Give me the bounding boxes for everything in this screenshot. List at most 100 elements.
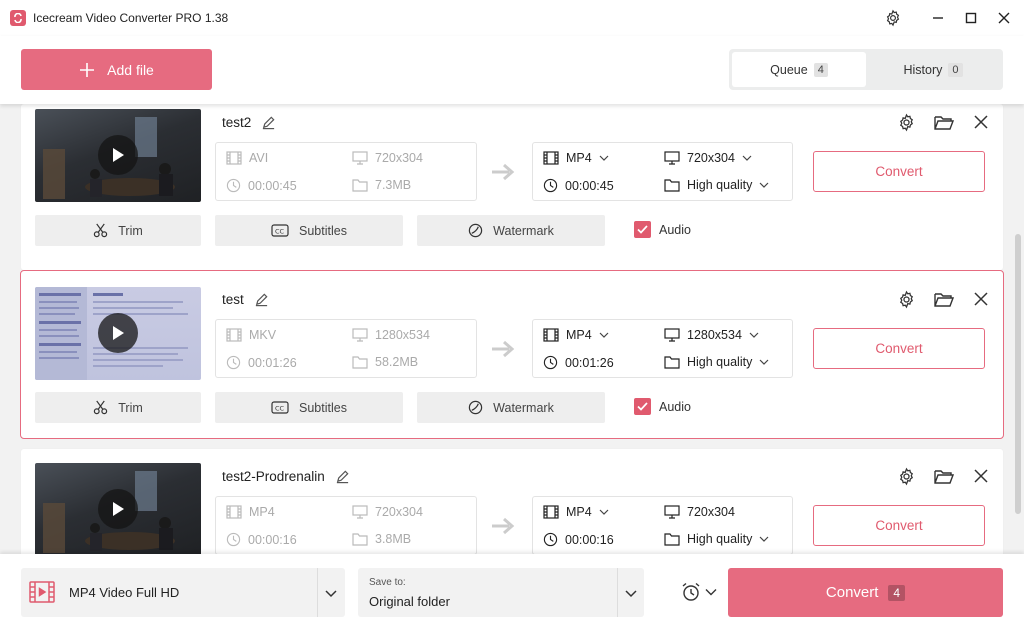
convert-file-button[interactable]: Convert bbox=[813, 328, 985, 369]
output-duration: 00:00:16 bbox=[543, 532, 614, 547]
chevron-down-icon[interactable] bbox=[623, 585, 639, 601]
monitor-icon bbox=[664, 151, 680, 165]
convert-all-button[interactable]: Convert 4 bbox=[728, 568, 1003, 617]
source-resolution: 720x304 bbox=[352, 505, 423, 519]
output-resolution-dropdown[interactable]: 720x304 bbox=[664, 151, 752, 165]
schedule-timer-dropdown[interactable] bbox=[681, 582, 717, 602]
save-to-dropdown[interactable]: Save to: Original folder bbox=[358, 568, 644, 617]
output-quality-dropdown[interactable]: High quality bbox=[664, 178, 769, 192]
output-format-dropdown[interactable]: MP4 bbox=[543, 151, 609, 165]
chevron-down-icon bbox=[759, 359, 769, 365]
arrow-right-icon bbox=[492, 517, 515, 535]
add-file-button[interactable]: Add file bbox=[21, 49, 212, 90]
scissors-icon bbox=[94, 223, 108, 238]
monitor-icon bbox=[352, 328, 368, 342]
source-size: 7.3MB bbox=[352, 178, 411, 192]
source-size: 3.8MB bbox=[352, 532, 411, 546]
footer-bar: MP4 Video Full HD Save to: Original fold… bbox=[0, 554, 1024, 631]
chevron-down-icon bbox=[599, 509, 609, 515]
file-card[interactable]: test2 AVI 720x304 00:00:45 7.3MB MP4 720… bbox=[20, 104, 1004, 271]
settings-gear-icon[interactable] bbox=[873, 0, 913, 36]
file-card[interactable]: test MKV 1280x534 00:01:26 58.2MB MP4 12… bbox=[20, 270, 1004, 439]
watermark-button[interactable]: Watermark bbox=[417, 215, 605, 246]
arrow-right-icon bbox=[492, 163, 515, 181]
rename-pencil-icon[interactable] bbox=[335, 469, 350, 484]
audio-checkbox[interactable]: Audio bbox=[634, 221, 691, 238]
file-name-text: test2-Prodrenalin bbox=[222, 469, 325, 484]
convert-file-button[interactable]: Convert bbox=[813, 505, 985, 546]
audio-checkbox[interactable]: Audio bbox=[634, 398, 691, 415]
open-folder-icon[interactable] bbox=[933, 111, 955, 133]
close-window-icon[interactable] bbox=[984, 0, 1024, 36]
remove-file-close-icon[interactable] bbox=[970, 288, 992, 310]
chevron-down-icon[interactable] bbox=[323, 585, 339, 601]
video-thumbnail[interactable] bbox=[35, 109, 201, 202]
list-scrollbar[interactable] bbox=[1012, 104, 1024, 554]
video-thumbnail[interactable] bbox=[35, 463, 201, 554]
chevron-down-icon bbox=[749, 332, 759, 338]
output-resolution-dropdown[interactable]: 1280x534 bbox=[664, 328, 759, 342]
preset-label: MP4 Video Full HD bbox=[69, 585, 180, 600]
tab-history[interactable]: History 0 bbox=[866, 52, 1000, 87]
scrollbar-thumb[interactable] bbox=[1015, 234, 1021, 514]
clock-icon bbox=[226, 178, 241, 193]
plus-icon bbox=[80, 62, 95, 77]
file-card[interactable]: test2-Prodrenalin MP4 720x304 00:00:16 3… bbox=[20, 448, 1004, 554]
subtitles-button[interactable]: CC Subtitles bbox=[215, 215, 403, 246]
output-quality-dropdown[interactable]: High quality bbox=[664, 355, 769, 369]
output-duration: 00:00:45 bbox=[543, 178, 614, 193]
file-settings-gear-icon[interactable] bbox=[895, 288, 917, 310]
source-resolution: 1280x534 bbox=[352, 328, 430, 342]
output-info-box: MP4 1280x534 00:01:26 High quality bbox=[532, 319, 793, 378]
output-preset-dropdown[interactable]: MP4 Video Full HD bbox=[21, 568, 345, 617]
source-duration: 00:00:16 bbox=[226, 532, 297, 547]
film-icon bbox=[226, 151, 242, 165]
checkmark-icon bbox=[634, 221, 651, 238]
source-duration: 00:01:26 bbox=[226, 355, 297, 370]
open-folder-icon[interactable] bbox=[933, 465, 955, 487]
source-format: AVI bbox=[226, 151, 268, 165]
svg-text:CC: CC bbox=[275, 405, 285, 413]
header-bar: Add file Queue 4 History 0 bbox=[0, 36, 1024, 104]
output-resolution-dropdown[interactable]: 720x304 bbox=[664, 505, 735, 519]
remove-file-close-icon[interactable] bbox=[970, 465, 992, 487]
source-resolution: 720x304 bbox=[352, 151, 423, 165]
save-to-caption: Save to: bbox=[369, 577, 406, 588]
rename-pencil-icon[interactable] bbox=[254, 292, 269, 307]
clock-icon bbox=[543, 355, 558, 370]
output-format-dropdown[interactable]: MP4 bbox=[543, 505, 609, 519]
open-folder-icon[interactable] bbox=[933, 288, 955, 310]
play-icon[interactable] bbox=[98, 313, 138, 353]
output-duration: 00:01:26 bbox=[543, 355, 614, 370]
folder-icon bbox=[352, 533, 368, 546]
file-queue-list[interactable]: test2 AVI 720x304 00:00:45 7.3MB MP4 720… bbox=[0, 104, 1012, 554]
watermark-drop-icon bbox=[468, 400, 483, 415]
play-icon[interactable] bbox=[98, 135, 138, 175]
convert-count-badge: 4 bbox=[888, 584, 906, 601]
rename-pencil-icon[interactable] bbox=[261, 115, 276, 130]
watermark-button[interactable]: Watermark bbox=[417, 392, 605, 423]
source-duration: 00:00:45 bbox=[226, 178, 297, 193]
output-format-dropdown[interactable]: MP4 bbox=[543, 328, 609, 342]
output-quality-dropdown[interactable]: High quality bbox=[664, 532, 769, 546]
file-settings-gear-icon[interactable] bbox=[895, 111, 917, 133]
watermark-drop-icon bbox=[468, 223, 483, 238]
trim-button[interactable]: Trim bbox=[35, 215, 201, 246]
trim-button[interactable]: Trim bbox=[35, 392, 201, 423]
file-settings-gear-icon[interactable] bbox=[895, 465, 917, 487]
queue-count-badge: 4 bbox=[813, 62, 828, 77]
tab-queue[interactable]: Queue 4 bbox=[732, 52, 866, 87]
film-icon bbox=[543, 505, 559, 519]
file-name: test bbox=[222, 292, 269, 307]
subtitles-button[interactable]: CC Subtitles bbox=[215, 392, 403, 423]
film-icon bbox=[226, 328, 242, 342]
clock-icon bbox=[543, 532, 558, 547]
remove-file-close-icon[interactable] bbox=[970, 111, 992, 133]
convert-file-button[interactable]: Convert bbox=[813, 151, 985, 192]
tab-queue-label: Queue bbox=[770, 62, 808, 77]
film-icon bbox=[543, 151, 559, 165]
convert-all-label: Convert bbox=[825, 584, 879, 601]
video-thumbnail[interactable] bbox=[35, 287, 201, 380]
output-info-box: MP4 720x304 00:00:45 High quality bbox=[532, 142, 793, 201]
play-icon[interactable] bbox=[98, 489, 138, 529]
